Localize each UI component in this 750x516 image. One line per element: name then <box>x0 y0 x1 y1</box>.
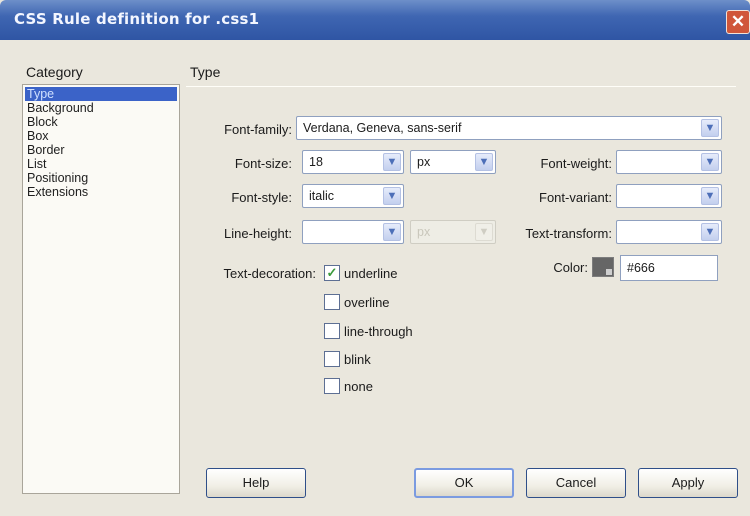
color-value: #666 <box>627 261 655 275</box>
chevron-down-icon: ▼ <box>475 223 493 241</box>
blink-label[interactable]: blink <box>344 352 371 367</box>
section-title: Type <box>190 64 221 80</box>
chevron-down-icon[interactable]: ▼ <box>383 223 401 241</box>
title-bar[interactable]: CSS Rule definition for .css1 ✕ <box>0 0 750 40</box>
font-family-value: Verdana, Geneva, sans-serif <box>303 121 462 135</box>
font-size-unit-select[interactable]: px ▼ <box>410 150 496 174</box>
font-weight-label: Font-weight: <box>540 156 612 171</box>
font-variant-select[interactable]: ▼ <box>616 184 722 208</box>
chevron-down-icon[interactable]: ▼ <box>383 153 401 171</box>
category-item-border[interactable]: Border <box>25 143 65 157</box>
overline-label[interactable]: overline <box>344 295 390 310</box>
ok-button[interactable]: OK <box>414 468 514 498</box>
section-divider <box>186 86 736 87</box>
category-item-list[interactable]: List <box>25 157 46 171</box>
text-transform-label: Text-transform: <box>525 226 612 241</box>
text-transform-select[interactable]: ▼ <box>616 220 722 244</box>
color-label: Color: <box>553 260 588 275</box>
font-size-select[interactable]: 18 ▼ <box>302 150 404 174</box>
line-height-unit-select: px ▼ <box>410 220 496 244</box>
font-size-unit-value: px <box>417 155 431 169</box>
category-list[interactable]: Type Background Block Box Border List Po… <box>22 84 180 494</box>
close-icon[interactable]: ✕ <box>726 10 750 34</box>
underline-checkbox[interactable]: ✓ <box>324 265 340 281</box>
chevron-down-icon[interactable]: ▼ <box>701 223 719 241</box>
line-height-unit-value: px <box>417 225 431 239</box>
category-item-type[interactable]: Type <box>25 87 177 101</box>
blink-checkbox[interactable] <box>324 351 340 367</box>
line-through-label[interactable]: line-through <box>344 324 413 339</box>
color-swatch[interactable] <box>592 257 614 277</box>
font-size-label: Font-size: <box>234 156 292 171</box>
font-style-value: italic <box>309 189 335 203</box>
font-weight-select[interactable]: ▼ <box>616 150 722 174</box>
font-style-label: Font-style: <box>231 190 292 205</box>
font-variant-label: Font-variant: <box>539 190 612 205</box>
underline-label[interactable]: underline <box>344 266 398 281</box>
line-height-label: Line-height: <box>224 226 292 241</box>
help-button[interactable]: Help <box>206 468 306 498</box>
category-item-box[interactable]: Box <box>25 129 49 143</box>
font-style-select[interactable]: italic ▼ <box>302 184 404 208</box>
none-checkbox[interactable] <box>324 378 340 394</box>
dialog-body: Category Type Background Block Box Borde… <box>0 40 750 516</box>
category-item-extensions[interactable]: Extensions <box>25 185 88 199</box>
category-item-positioning[interactable]: Positioning <box>25 171 88 185</box>
color-input[interactable]: #666 <box>620 255 718 281</box>
chevron-down-icon[interactable]: ▼ <box>701 119 719 137</box>
window-title: CSS Rule definition for .css1 <box>14 10 260 28</box>
category-label: Category <box>26 64 83 80</box>
chevron-down-icon[interactable]: ▼ <box>701 187 719 205</box>
color-picker-arrow-icon <box>606 269 612 275</box>
chevron-down-icon[interactable]: ▼ <box>701 153 719 171</box>
text-decoration-label: Text-decoration: <box>223 266 317 281</box>
none-label[interactable]: none <box>344 379 373 394</box>
chevron-down-icon[interactable]: ▼ <box>383 187 401 205</box>
font-family-label: Font-family: <box>224 122 292 137</box>
font-family-select[interactable]: Verdana, Geneva, sans-serif ▼ <box>296 116 722 140</box>
font-size-value: 18 <box>309 155 323 169</box>
category-item-block[interactable]: Block <box>25 115 58 129</box>
apply-button[interactable]: Apply <box>638 468 738 498</box>
line-through-checkbox[interactable] <box>324 323 340 339</box>
chevron-down-icon[interactable]: ▼ <box>475 153 493 171</box>
overline-checkbox[interactable] <box>324 294 340 310</box>
line-height-select[interactable]: ▼ <box>302 220 404 244</box>
category-item-background[interactable]: Background <box>25 101 94 115</box>
cancel-button[interactable]: Cancel <box>526 468 626 498</box>
